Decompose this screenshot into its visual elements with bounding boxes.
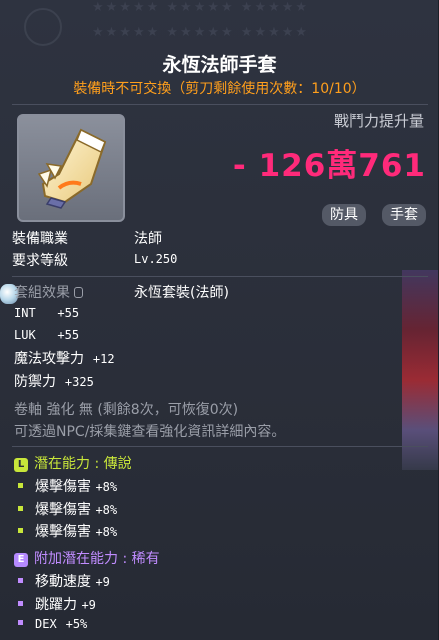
potential-title: 潛在能力 : 傳說 [34,456,132,472]
star-force-row-2: ★★★★★ ★★★★★ ★★★★★ [92,25,310,40]
bullet-icon [18,506,23,511]
category-tag-armor: 防具 [322,204,366,226]
bullet-icon [18,528,23,533]
power-change-label: 戰鬥力提升量 [333,112,424,130]
potential-line: 爆擊傷害 +8% [18,521,117,541]
lock-icon [74,287,83,298]
category-tag-gloves: 手套 [382,204,426,226]
additional-potential-header: E 附加潛在能力 : 稀有 [14,548,160,568]
epic-badge-icon: E [14,553,28,567]
additional-potential-title: 附加潛在能力 : 稀有 [34,551,160,567]
set-effect-row[interactable]: 套組效果 [14,282,83,302]
bullet-icon [18,483,23,488]
stat-luk: LUK +55 [14,328,80,342]
potential-header: L 潛在能力 : 傳說 [14,453,132,473]
set-effect-label: 套組效果 [14,285,70,301]
potential-line: 爆擊傷害 +8% [18,499,117,519]
decorative-emblem-icon [24,8,62,46]
bullet-icon [18,578,23,583]
req-job-value: 法師 [134,231,162,247]
stat-defense: 防禦力 +325 [14,374,94,390]
power-change-value: - 126萬761 [232,148,426,184]
scroll-info: 卷軸 強化 無 (剩餘8次，可恢復0次) [14,402,239,418]
bullet-icon [18,620,23,625]
req-job-row: 裝備職業 [12,228,68,248]
enhance-info: 可透過NPC/採集鍵查看強化資訊詳細內容。 [14,424,286,440]
item-name: 永恆法師手套 [162,54,277,76]
req-job-label: 裝備職業 [12,231,68,247]
additional-line: DEX +5% [18,616,87,632]
divider [12,276,428,277]
legendary-badge-icon: L [14,458,28,472]
set-effect-value: 永恆套裝(法師) [134,285,229,301]
req-level-label: 要求等級 [12,253,68,269]
divider [12,104,428,105]
additional-line: 移動速度 +9 [18,571,110,591]
bullet-icon [18,601,23,606]
req-level-value: Lv.250 [134,252,178,266]
additional-line: 跳躍力 +9 [18,594,96,614]
stat-magic-attack: 魔法攻擊力 +12 [14,351,115,367]
item-image [17,114,125,222]
potential-line: 爆擊傷害 +8% [18,476,117,496]
divider [12,446,428,447]
trade-restriction: 裝備時不可交換（剪刀剩餘使用次數：10/10） [73,81,366,97]
star-force-row-1: ★★★★★ ★★★★★ ★★★★★ [92,0,310,15]
glove-icon [37,128,107,209]
item-tooltip: ★★★★★ ★★★★★ ★★★★★ ★★★★★ ★★★★★ ★★★★★ 永恆法師… [0,0,439,640]
stat-int: INT +55 [14,306,80,320]
background-scenery [402,270,438,470]
